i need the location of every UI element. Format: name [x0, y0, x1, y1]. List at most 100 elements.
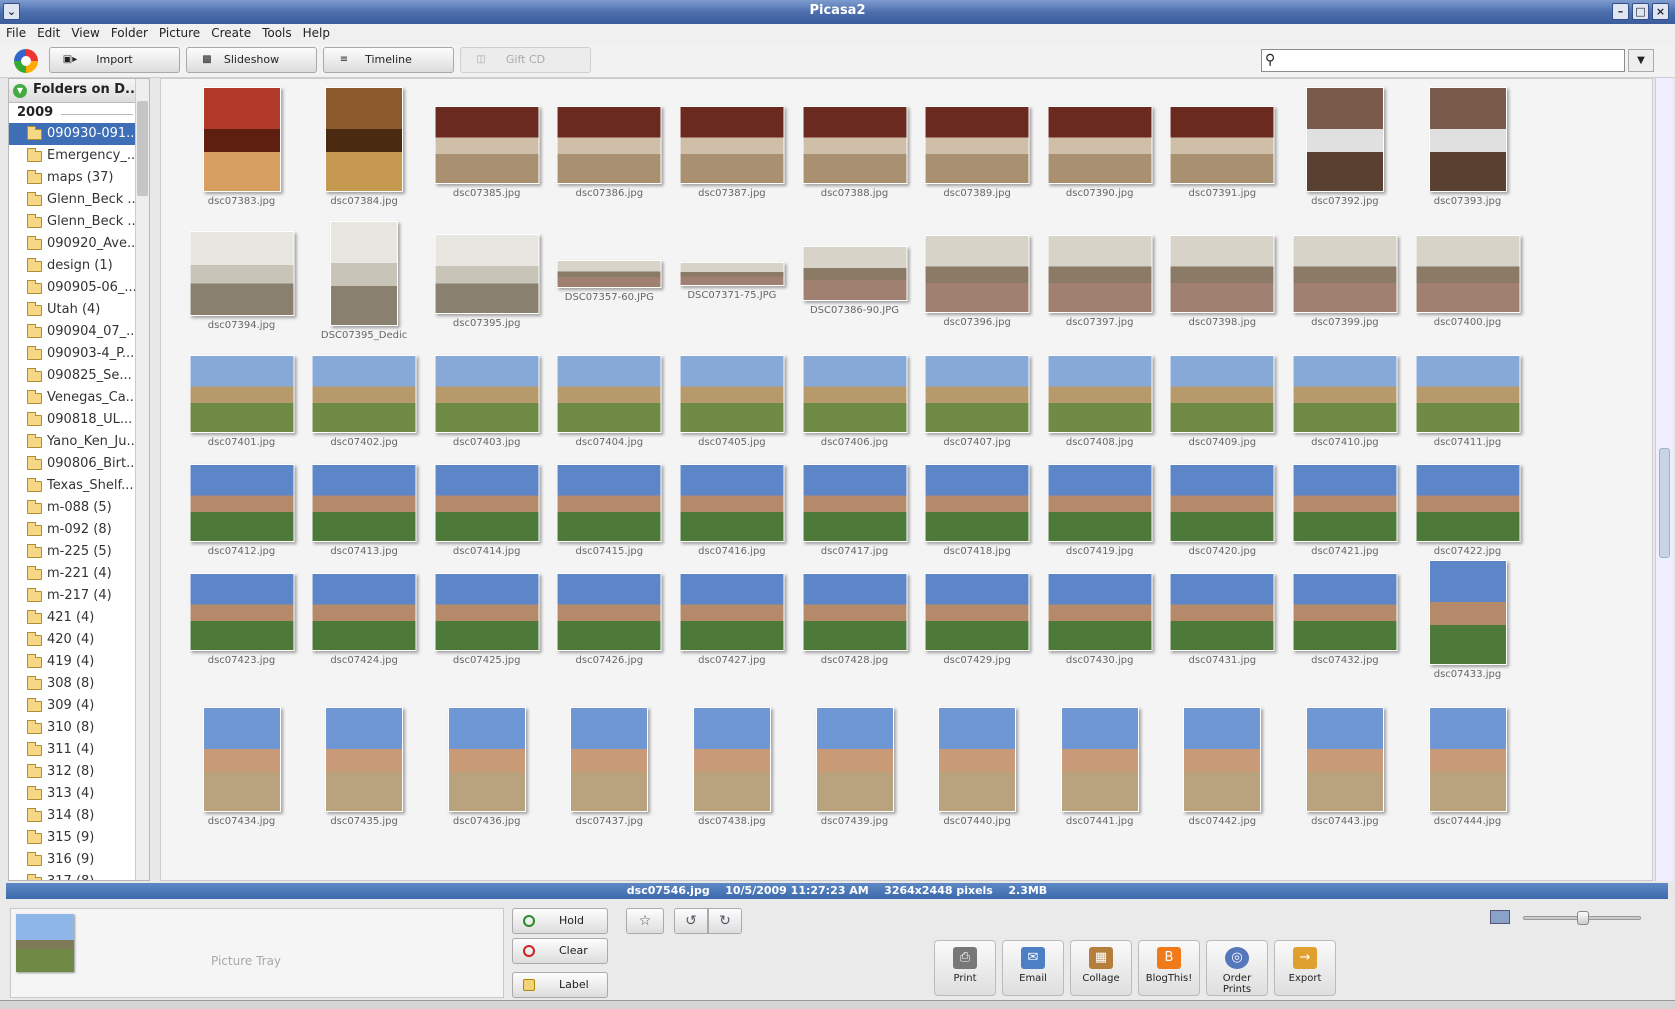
folder-item[interactable]: 312 (8) [9, 761, 137, 783]
photo-cell[interactable]: dsc07433.jpg [1402, 559, 1533, 703]
photo-cell[interactable]: dsc07431.jpg [1157, 573, 1288, 703]
hold-button[interactable]: Hold [512, 908, 608, 934]
email-button[interactable]: ✉ Email [1002, 940, 1064, 996]
menu-help[interactable]: Help [297, 24, 335, 40]
photo-thumbnail[interactable] [924, 355, 1030, 433]
print-button[interactable]: ⎙ Print [934, 940, 996, 996]
zoom-slider[interactable] [1523, 911, 1641, 925]
menu-folder[interactable]: Folder [105, 24, 153, 40]
folder-item[interactable]: 090905-06_... [9, 277, 137, 299]
photo-thumbnail[interactable] [311, 355, 417, 433]
folder-item[interactable]: 090903-4_P... [9, 343, 137, 365]
photo-cell[interactable]: dsc07396.jpg [912, 221, 1043, 351]
folder-item[interactable]: Yano_Ken_Ju... [9, 431, 137, 453]
photo-cell[interactable]: dsc07423.jpg [176, 573, 307, 703]
clear-button[interactable]: Clear [512, 938, 608, 964]
photo-thumbnail[interactable] [924, 573, 1030, 651]
menu-file[interactable]: File [0, 24, 31, 40]
photo-cell[interactable]: DSC07386-90.JPG [789, 221, 920, 351]
timeline-button[interactable]: ≡ Timeline [323, 47, 454, 73]
photo-cell[interactable]: dsc07395.jpg [421, 221, 552, 351]
photo-thumbnail[interactable] [556, 105, 662, 184]
collapse-icon[interactable]: ▼ [13, 84, 27, 98]
photo-thumbnail[interactable] [189, 355, 294, 433]
photo-thumbnail[interactable] [556, 355, 662, 433]
photo-cell[interactable]: dsc07432.jpg [1279, 573, 1410, 703]
folder-item[interactable]: maps (37) [9, 167, 137, 189]
photo-thumbnail[interactable] [1428, 87, 1507, 192]
folder-item[interactable]: 090818_UL... [9, 409, 137, 431]
photo-thumbnail[interactable] [679, 105, 785, 184]
order-prints-button[interactable]: ◎ Order Prints [1206, 940, 1268, 996]
close-button[interactable]: × [1652, 3, 1669, 20]
photo-cell[interactable]: DSC07395_Dedic [299, 221, 430, 351]
photo-thumbnail[interactable] [556, 259, 662, 288]
photo-cell[interactable]: dsc07384.jpg [299, 87, 430, 217]
photo-thumbnail[interactable] [202, 707, 281, 812]
search-options-dropdown[interactable]: ▼ [1628, 49, 1654, 72]
photo-thumbnail[interactable] [1428, 707, 1507, 812]
photo-thumbnail[interactable] [938, 707, 1017, 812]
photo-cell[interactable]: dsc07441.jpg [1034, 707, 1165, 837]
photo-cell[interactable]: dsc07424.jpg [299, 573, 430, 703]
photo-thumbnail[interactable] [802, 246, 907, 301]
photo-cell[interactable]: dsc07425.jpg [421, 573, 552, 703]
photo-thumbnail[interactable] [1047, 464, 1153, 542]
menu-create[interactable]: Create [205, 24, 256, 40]
photo-cell[interactable]: dsc07400.jpg [1402, 221, 1533, 351]
folder-item[interactable]: 308 (8) [9, 673, 137, 695]
photo-thumbnail[interactable] [556, 464, 662, 542]
label-button[interactable]: Label [512, 972, 608, 998]
minimize-button[interactable]: – [1612, 3, 1629, 20]
photo-thumbnail[interactable] [1169, 464, 1275, 542]
photo-thumbnail[interactable] [1169, 234, 1275, 313]
folder-item[interactable]: Utah (4) [9, 299, 137, 321]
photo-cell[interactable]: dsc07393.jpg [1402, 87, 1533, 217]
photo-thumbnail[interactable] [1292, 573, 1398, 651]
photo-cell[interactable]: dsc07439.jpg [789, 707, 920, 837]
photo-cell[interactable]: dsc07435.jpg [299, 707, 430, 837]
photo-thumbnail[interactable] [1169, 573, 1275, 651]
folder-tree-header[interactable]: ▼ Folders on D... [9, 79, 137, 103]
photo-cell[interactable]: dsc07442.jpg [1157, 707, 1288, 837]
photo-cell[interactable]: dsc07387.jpg [666, 87, 797, 217]
photo-thumbnail[interactable] [692, 707, 771, 812]
folder-item[interactable]: 090930-091... [9, 123, 137, 145]
photo-cell[interactable]: dsc07399.jpg [1279, 221, 1410, 351]
menu-picture[interactable]: Picture [153, 24, 205, 40]
zoom-slider-thumb[interactable] [1577, 911, 1589, 925]
photo-cell[interactable]: DSC07357-60.JPG [544, 221, 675, 351]
slideshow-button[interactable]: ▩ Slideshow [186, 47, 317, 73]
search-box[interactable]: ⚲ [1261, 49, 1625, 72]
photo-thumbnail[interactable] [1415, 355, 1520, 433]
photo-thumbnail[interactable] [1415, 464, 1520, 542]
tray-thumbnail[interactable] [16, 914, 74, 972]
rotate-right-button[interactable]: ↻ [708, 908, 742, 934]
photo-cell[interactable]: dsc07386.jpg [544, 87, 675, 217]
photo-thumbnail[interactable] [802, 105, 907, 184]
export-button[interactable]: → Export [1274, 940, 1336, 996]
photo-thumbnail[interactable] [1169, 355, 1275, 433]
folder-item[interactable]: 421 (4) [9, 607, 137, 629]
folder-item[interactable]: m-225 (5) [9, 541, 137, 563]
photo-thumbnail[interactable] [802, 573, 907, 651]
photo-thumbnail[interactable] [330, 221, 399, 326]
search-input[interactable] [1284, 52, 1620, 69]
folder-item[interactable]: 090904_07_... [9, 321, 137, 343]
photo-thumbnail[interactable] [447, 707, 526, 812]
photo-thumbnail[interactable] [434, 105, 540, 184]
photo-thumbnail[interactable] [1047, 355, 1153, 433]
photo-thumbnail[interactable] [1428, 559, 1507, 665]
photo-thumbnail[interactable] [434, 573, 540, 651]
photo-thumbnail[interactable] [924, 464, 1030, 542]
menu-view[interactable]: View [65, 24, 104, 40]
gift-cd-button[interactable]: ◫ Gift CD [460, 47, 591, 73]
folder-item[interactable]: 090806_Birt... [9, 453, 137, 475]
photo-thumbnail[interactable] [434, 355, 540, 433]
photo-thumbnail[interactable] [924, 234, 1030, 313]
folder-item[interactable]: design (1) [9, 255, 137, 277]
photo-thumbnail[interactable] [189, 573, 294, 651]
folder-item[interactable]: Glenn_Beck ... [9, 189, 137, 211]
folder-item[interactable]: 313 (4) [9, 783, 137, 805]
photo-thumbnail[interactable] [815, 707, 894, 812]
